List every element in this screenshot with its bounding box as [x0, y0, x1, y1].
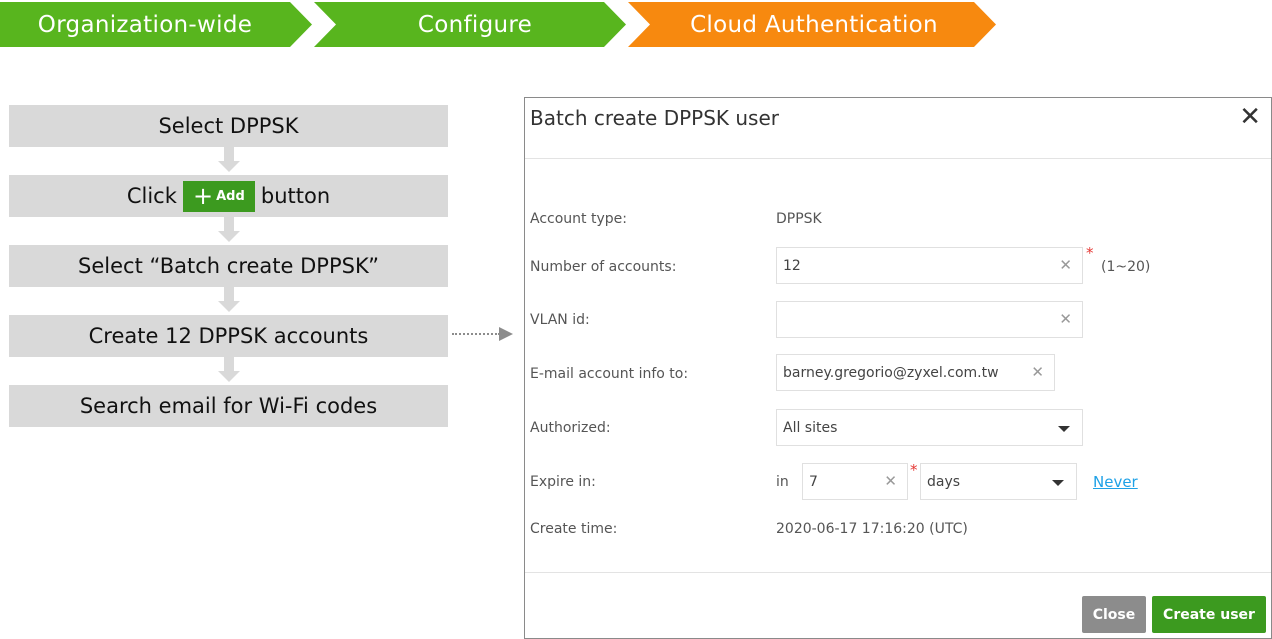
- required-marker: *: [1086, 244, 1094, 262]
- never-link[interactable]: Never: [1093, 473, 1138, 491]
- chevron-down-icon: [1058, 426, 1070, 432]
- flow-step-click-add: Click + Add button: [9, 175, 448, 217]
- expire-in-label: Expire in:: [530, 474, 596, 490]
- down-arrow-icon: [218, 287, 240, 315]
- footer-divider: [525, 572, 1271, 573]
- breadcrumb-configure[interactable]: Configure: [314, 2, 626, 47]
- flow-step-create-accounts: Create 12 DPPSK accounts: [9, 315, 448, 357]
- breadcrumb-label: Cloud Authentication: [690, 11, 938, 38]
- flow-step-label: button: [260, 184, 331, 208]
- plus-icon: +: [192, 182, 214, 210]
- batch-create-dppsk-dialog: Batch create DPPSK user ✕ Account type: …: [524, 97, 1272, 639]
- add-button-label: Add: [216, 188, 245, 204]
- flow-step-select-dppsk: Select DPPSK: [9, 105, 448, 147]
- breadcrumb-label: Organization-wide: [37, 11, 253, 38]
- expire-in-input[interactable]: 7 ✕: [802, 463, 908, 500]
- create-user-button[interactable]: Create user: [1152, 596, 1266, 633]
- number-of-accounts-value: 12: [783, 257, 801, 274]
- account-type-value: DPPSK: [776, 211, 822, 227]
- number-of-accounts-input[interactable]: 12 ✕: [776, 247, 1083, 284]
- create-time-value: 2020-06-17 17:16:20 (UTC): [776, 521, 968, 537]
- authorized-value: All sites: [783, 419, 838, 436]
- chevron-down-icon: [1052, 480, 1064, 486]
- email-label: E-mail account info to:: [530, 366, 689, 382]
- clear-icon[interactable]: ✕: [1059, 310, 1072, 328]
- vlan-id-input[interactable]: ✕: [776, 301, 1083, 338]
- expire-unit-select[interactable]: days: [920, 463, 1077, 500]
- dotted-arrow-icon: [452, 327, 514, 341]
- email-value: barney.gregorio@zyxel.com.tw: [783, 364, 999, 381]
- number-of-accounts-label: Number of accounts:: [530, 259, 677, 275]
- number-range-hint: (1~20): [1101, 259, 1151, 275]
- down-arrow-icon: [218, 357, 240, 385]
- flow-step-label: Select DPPSK: [158, 114, 299, 138]
- clear-icon[interactable]: ✕: [1031, 363, 1044, 381]
- account-type-label: Account type:: [530, 211, 627, 227]
- flow-step-label: Click: [126, 184, 177, 208]
- expire-in-prefix: in: [776, 474, 789, 490]
- authorized-label: Authorized:: [530, 420, 611, 436]
- flow-step-label: Select “Batch create DPPSK”: [78, 254, 379, 278]
- dialog-title: Batch create DPPSK user: [530, 106, 780, 130]
- down-arrow-icon: [218, 217, 240, 245]
- expire-in-value: 7: [809, 473, 818, 490]
- required-marker: *: [910, 461, 918, 479]
- close-button[interactable]: Close: [1082, 596, 1146, 633]
- vlan-id-label: VLAN id:: [530, 312, 590, 328]
- email-input[interactable]: barney.gregorio@zyxel.com.tw ✕: [776, 354, 1055, 391]
- flow-step-label: Create 12 DPPSK accounts: [88, 324, 369, 348]
- flow-step-batch-create: Select “Batch create DPPSK”: [9, 245, 448, 287]
- add-button: + Add: [182, 180, 255, 212]
- breadcrumb-cloud-authentication[interactable]: Cloud Authentication: [628, 2, 996, 47]
- expire-unit-value: days: [927, 473, 961, 490]
- create-time-label: Create time:: [530, 521, 618, 537]
- breadcrumb-organization-wide[interactable]: Organization-wide: [0, 2, 312, 47]
- header-divider: [525, 158, 1271, 159]
- breadcrumb-label: Configure: [417, 11, 533, 38]
- authorized-select[interactable]: All sites: [776, 409, 1083, 446]
- down-arrow-icon: [218, 147, 240, 175]
- close-icon[interactable]: ✕: [1239, 104, 1261, 130]
- flow-step-search-email: Search email for Wi-Fi codes: [9, 385, 448, 427]
- clear-icon[interactable]: ✕: [1059, 256, 1072, 274]
- clear-icon[interactable]: ✕: [884, 472, 897, 490]
- flow-step-label: Search email for Wi-Fi codes: [79, 394, 378, 418]
